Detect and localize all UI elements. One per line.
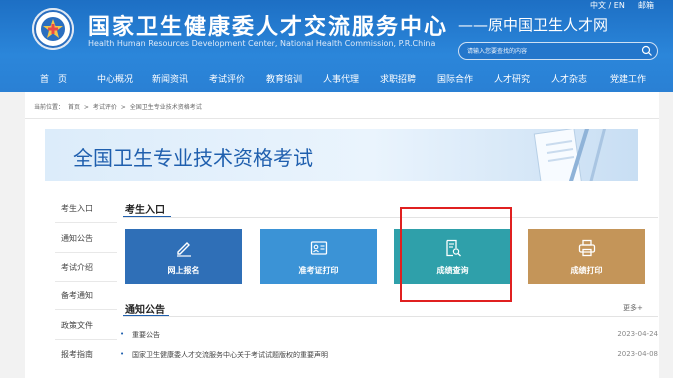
sidebar-item-apply-guide[interactable]: 报考指南 xyxy=(61,349,93,360)
nav-item-home[interactable]: 首 页 xyxy=(40,72,67,85)
site-subtitle: Health Human Resources Development Cente… xyxy=(88,39,436,48)
online-registration-button[interactable]: 网上报名 xyxy=(125,229,242,284)
sidebar-divider xyxy=(55,339,117,340)
printer-icon xyxy=(578,239,595,257)
search-input[interactable] xyxy=(467,44,637,58)
bullet-icon: • xyxy=(120,330,125,338)
bullet-icon: • xyxy=(120,350,125,358)
notice-date: 2023-04-08 xyxy=(617,350,658,358)
breadcrumb: 当前位置： 首页 > 考试评价 > 全国卫生专业技术资格考试 xyxy=(34,102,204,111)
breadcrumb-exams[interactable]: 考试评价 xyxy=(93,104,117,111)
sidebar-item-policy-files[interactable]: 政策文件 xyxy=(61,320,93,331)
admission-ticket-print-label: 准考证打印 xyxy=(298,266,339,275)
sidebar-divider xyxy=(55,252,117,253)
search-box xyxy=(458,42,658,60)
notice-title[interactable]: 重要公告 xyxy=(132,330,160,340)
mail-link[interactable]: 邮箱 xyxy=(638,0,654,11)
sidebar-item-candidate-entrance[interactable]: 考生入口 xyxy=(61,203,93,214)
breadcrumb-prefix: 当前位置： xyxy=(34,104,65,111)
site-logo[interactable] xyxy=(32,8,74,50)
entrance-section-rule xyxy=(123,217,658,218)
breadcrumb-separator: > xyxy=(120,104,126,111)
notice-date: 2023-04-24 xyxy=(617,330,658,338)
notices-section-title: 通知公告 xyxy=(125,305,165,316)
breadcrumb-home[interactable]: 首页 xyxy=(68,104,80,111)
stationery-decoration-icon xyxy=(533,129,607,181)
nav-item-international[interactable]: 国际合作 xyxy=(437,72,473,85)
notices-section-rule xyxy=(123,316,658,317)
score-print-button[interactable]: 成绩打印 xyxy=(528,229,645,284)
notices-more-link[interactable]: 更多+ xyxy=(623,303,643,313)
entrance-section-title: 考生入口 xyxy=(125,205,165,216)
sidebar-item-exam-intro[interactable]: 考试介绍 xyxy=(61,262,93,273)
breadcrumb-divider xyxy=(25,118,659,119)
nav-item-exams[interactable]: 考试评价 xyxy=(209,72,245,85)
score-print-label: 成绩打印 xyxy=(570,266,603,275)
site-title: 国家卫生健康委人才交流服务中心 xyxy=(88,15,449,40)
online-registration-label: 网上报名 xyxy=(167,266,200,275)
admission-ticket-print-button[interactable]: 准考证打印 xyxy=(260,229,377,284)
nav-item-party[interactable]: 党建工作 xyxy=(610,72,646,85)
banner-title: 全国卫生专业技术资格考试 xyxy=(73,146,313,170)
nav-item-research[interactable]: 人才研究 xyxy=(494,72,530,85)
sidebar-divider xyxy=(55,309,117,310)
page-banner: 全国卫生专业技术资格考试 xyxy=(45,129,638,181)
nav-item-about[interactable]: 中心概况 xyxy=(97,72,133,85)
breadcrumb-separator: > xyxy=(83,104,89,111)
sidebar-item-prep-notice[interactable]: 备考通知 xyxy=(61,290,93,301)
nav-item-magazine[interactable]: 人才杂志 xyxy=(551,72,587,85)
main-nav: 首 页 中心概况 新闻资讯 考试评价 教育培训 人事代理 求职招聘 国际合作 人… xyxy=(0,67,673,92)
site-header: 国家卫生健康委人才交流服务中心 Health Human Resources D… xyxy=(0,0,673,92)
pencil-icon xyxy=(176,242,191,257)
nav-item-jobs[interactable]: 求职招聘 xyxy=(380,72,416,85)
sidebar-divider xyxy=(55,222,117,223)
notice-title[interactable]: 国家卫生健康委人才交流服务中心关于考试试题版权的重要声明 xyxy=(132,350,328,360)
former-name: ——原中国卫生人才网 xyxy=(458,16,609,34)
nav-item-training[interactable]: 教育培训 xyxy=(266,72,302,85)
breadcrumb-current[interactable]: 全国卫生专业技术资格考试 xyxy=(130,104,202,111)
emblem-icon xyxy=(34,10,72,48)
highlight-annotation-box xyxy=(400,207,512,302)
sidebar-divider xyxy=(55,281,117,282)
id-card-icon xyxy=(310,241,327,255)
language-switch-link[interactable]: 中文 / EN xyxy=(590,0,625,11)
nav-item-hr-agency[interactable]: 人事代理 xyxy=(323,72,359,85)
search-icon[interactable] xyxy=(641,45,653,57)
sidebar-item-notices[interactable]: 通知公告 xyxy=(61,233,93,244)
nav-item-news[interactable]: 新闻资讯 xyxy=(152,72,188,85)
